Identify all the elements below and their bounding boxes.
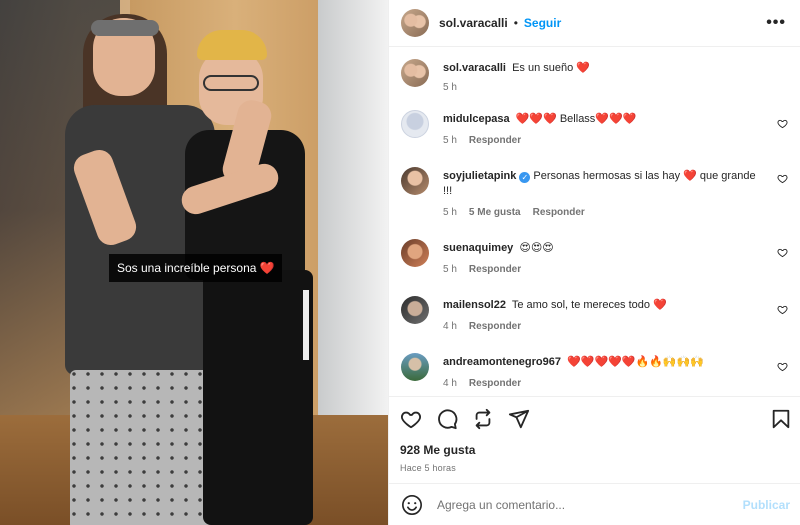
caption-comment: sol.varacalli Es un sueño ❤️ 5 h — [401, 59, 788, 93]
comment-like-heart-icon[interactable] — [777, 247, 788, 258]
comment-username[interactable]: suenaquimey — [443, 242, 513, 254]
publish-button[interactable]: Publicar — [743, 498, 790, 512]
comment-time[interactable]: 4 h — [443, 321, 457, 332]
comment-avatar[interactable] — [401, 239, 429, 267]
author-username[interactable]: sol.varacalli — [439, 16, 508, 30]
comment-avatar[interactable] — [401, 296, 429, 324]
comment-time[interactable]: 5 h — [443, 264, 457, 275]
comment-item: andreamontenegro967 ❤️❤️❤️❤️❤️🔥🔥🙌🙌🙌 4 h … — [401, 353, 788, 389]
caption-text: Es un sueño ❤️ — [512, 62, 590, 74]
post-side-panel: sol.varacalli • Seguir ••• sol.varacalli… — [388, 0, 800, 525]
photo-caption-overlay: Sos una increíble persona ❤️ — [109, 254, 283, 282]
repost-icon[interactable] — [472, 408, 494, 430]
heart-outline-icon[interactable] — [400, 408, 422, 430]
caption-username[interactable]: sol.varacalli — [443, 62, 506, 74]
comment-time[interactable]: 4 h — [443, 378, 457, 389]
comment-input[interactable] — [437, 497, 743, 512]
comment-like-heart-icon[interactable] — [777, 173, 788, 184]
add-comment-bar: Publicar — [389, 483, 800, 525]
author-avatar[interactable] — [401, 9, 429, 37]
post-photo[interactable]: Sos una increíble persona ❤️ — [0, 0, 388, 525]
comment-avatar[interactable] — [401, 167, 429, 195]
comment-like-heart-icon[interactable] — [777, 118, 788, 129]
caption-time[interactable]: 5 h — [443, 82, 457, 93]
comment-username[interactable]: soyjulietapink — [443, 170, 516, 182]
comment-avatar[interactable] — [401, 353, 429, 381]
bookmark-icon[interactable] — [770, 408, 792, 430]
comment-text: Te amo sol, te mereces todo ❤️ — [511, 299, 667, 311]
reply-button[interactable]: Responder — [469, 378, 521, 389]
comment-username[interactable]: mailensol22 — [443, 299, 506, 311]
comment-item: suenaquimey 😍😍😍 5 h Responder — [401, 239, 788, 275]
comment-time[interactable]: 5 h — [443, 207, 457, 218]
post-header: sol.varacalli • Seguir ••• — [389, 0, 800, 47]
reply-button[interactable]: Responder — [469, 135, 521, 146]
instagram-post-modal: Sos una increíble persona ❤️ sol.varacall… — [0, 0, 800, 525]
comment-username[interactable]: andreamontenegro967 — [443, 356, 561, 368]
comments-list[interactable]: sol.varacalli Es un sueño ❤️ 5 h midulce… — [389, 47, 800, 396]
reply-button[interactable]: Responder — [533, 207, 585, 218]
reply-button[interactable]: Responder — [469, 321, 521, 332]
verified-badge-icon: ✓ — [519, 172, 531, 183]
follow-button[interactable]: Seguir — [524, 16, 561, 30]
comment-like-heart-icon[interactable] — [777, 361, 788, 372]
comment-text: 😍😍😍 — [519, 242, 554, 254]
comment-avatar[interactable] — [401, 110, 429, 138]
comment-like-heart-icon[interactable] — [777, 304, 788, 315]
comment-icon[interactable] — [436, 408, 458, 430]
more-options-icon[interactable]: ••• — [766, 14, 786, 32]
post-actions: 928 Me gusta Hace 5 horas — [389, 396, 800, 473]
comment-item: mailensol22 Te amo sol, te mereces todo … — [401, 296, 788, 332]
comment-item: soyjulietapink ✓ Personas hermosas si las … — [401, 167, 788, 218]
caption-avatar[interactable] — [401, 59, 429, 87]
comment-username[interactable]: midulcepasa — [443, 113, 510, 125]
send-icon[interactable] — [508, 408, 530, 430]
post-time[interactable]: Hace 5 horas — [400, 463, 792, 473]
comment-text: ❤️❤️❤️❤️❤️🔥🔥🙌🙌🙌 — [567, 356, 705, 368]
comment-likes[interactable]: 5 Me gusta — [469, 207, 521, 218]
reply-button[interactable]: Responder — [469, 264, 521, 275]
emoji-icon[interactable] — [401, 494, 423, 516]
likes-count[interactable]: 928 Me gusta — [400, 443, 792, 457]
comment-text: ❤️❤️❤️ Bellass❤️❤️❤️ — [515, 113, 637, 125]
photo-caption-emoji: ❤️ — [259, 261, 275, 275]
comment-item: midulcepasa ❤️❤️❤️ Bellass❤️❤️❤️ 5 h Res… — [401, 110, 788, 146]
comment-time[interactable]: 5 h — [443, 135, 457, 146]
photo-caption-text: Sos una increíble persona — [117, 261, 257, 275]
header-separator: • — [513, 16, 518, 30]
